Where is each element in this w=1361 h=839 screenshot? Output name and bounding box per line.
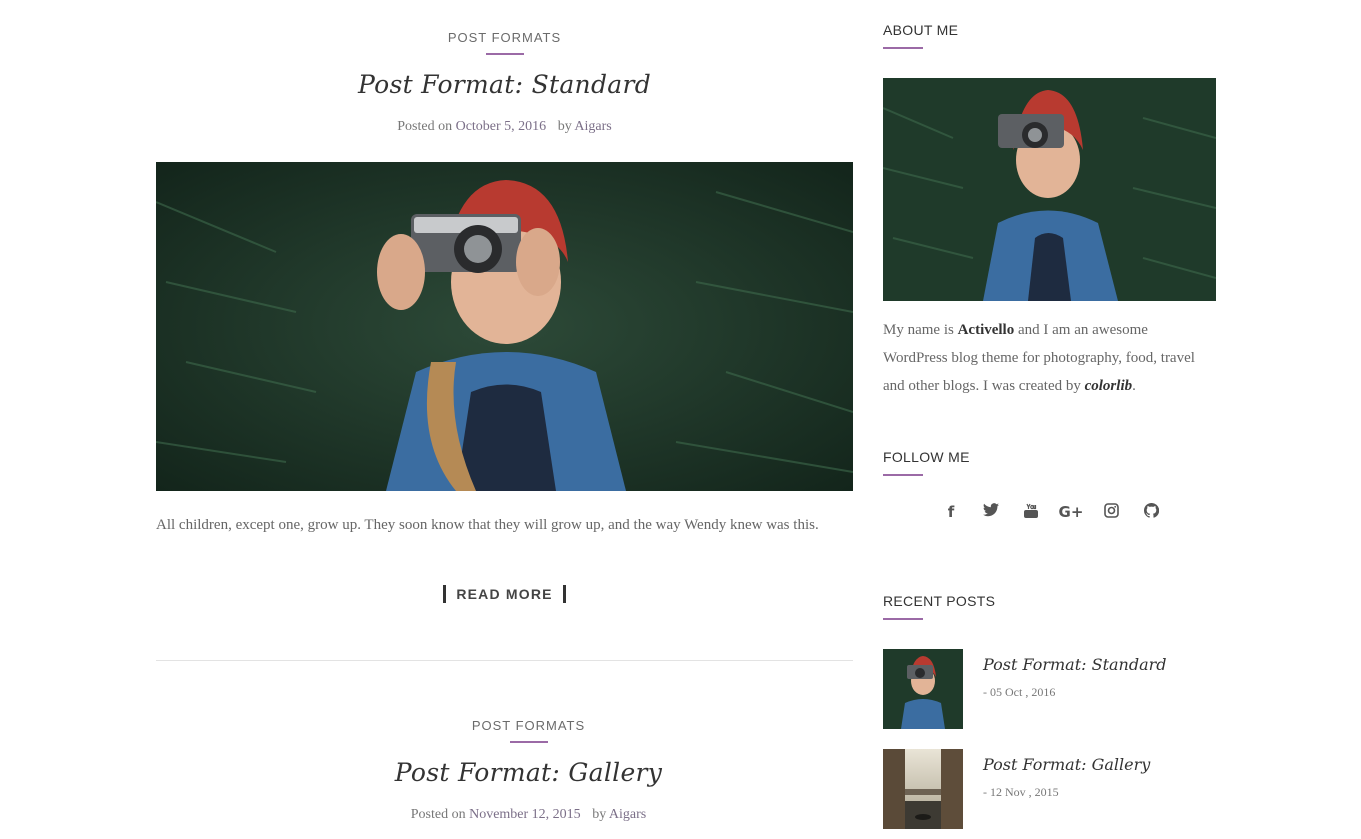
recent-post-thumbnail[interactable] bbox=[883, 749, 963, 829]
recent-post-date: - 12 Nov , 2015 bbox=[983, 785, 1059, 799]
about-title: ABOUT ME bbox=[883, 22, 959, 38]
social-links: f G+ bbox=[931, 502, 1171, 523]
post-divider bbox=[156, 660, 853, 661]
widget-underline bbox=[883, 474, 923, 476]
post-title[interactable]: Post Format: Gallery bbox=[180, 758, 877, 787]
recent-post-item[interactable]: Post Format: Standard - 05 Oct , 2016 bbox=[883, 649, 1216, 729]
post-excerpt: All children, except one, grow up. They … bbox=[156, 517, 819, 533]
youtube-icon[interactable] bbox=[1011, 503, 1051, 523]
widget-underline bbox=[883, 618, 923, 620]
canal-city-thumb-image bbox=[883, 749, 963, 829]
category-underline bbox=[485, 53, 524, 55]
photographer-image bbox=[156, 162, 853, 491]
about-widget-header: ABOUT ME bbox=[883, 22, 958, 49]
post-meta: Posted on November 12, 2015 by Aigars bbox=[180, 807, 877, 823]
instagram-icon[interactable] bbox=[1091, 503, 1131, 523]
about-text: My name is Activello and I am an awesome… bbox=[883, 316, 1203, 400]
recent-widget-header: RECENT POSTS bbox=[883, 593, 995, 620]
read-more-wrap: READ MORE bbox=[156, 585, 853, 604]
follow-title: FOLLOW ME bbox=[883, 449, 970, 465]
post-category-link[interactable]: POST FORMATS bbox=[156, 30, 853, 45]
github-icon[interactable] bbox=[1131, 502, 1171, 523]
category-underline bbox=[509, 741, 548, 743]
creator-link[interactable]: colorlib bbox=[1085, 378, 1133, 394]
about-text-end: . bbox=[1132, 378, 1136, 394]
widget-underline bbox=[883, 47, 923, 49]
about-text-intro: My name is bbox=[883, 322, 954, 338]
posted-on-label: Posted on bbox=[410, 807, 466, 822]
posted-on-label: Posted on bbox=[397, 119, 453, 134]
google-plus-icon[interactable]: G+ bbox=[1051, 503, 1091, 523]
recent-post-date: - 05 Oct , 2016 bbox=[983, 685, 1056, 699]
by-label: by bbox=[557, 119, 572, 134]
about-name: Activello bbox=[957, 322, 1015, 338]
post-author-link[interactable]: Aigars bbox=[574, 119, 611, 134]
by-label: by bbox=[592, 807, 607, 822]
recent-post-thumbnail[interactable] bbox=[883, 649, 963, 729]
photographer-image bbox=[883, 78, 1216, 301]
photographer-thumb-image bbox=[883, 649, 963, 729]
recent-post-title[interactable]: Post Format: Gallery bbox=[983, 755, 1150, 774]
post-meta: Posted on October 5, 2016 by Aigars bbox=[156, 119, 853, 135]
post-category-link[interactable]: POST FORMATS bbox=[180, 718, 877, 733]
about-image bbox=[883, 78, 1216, 301]
recent-post-title[interactable]: Post Format: Standard bbox=[983, 655, 1167, 674]
twitter-icon[interactable] bbox=[971, 503, 1011, 523]
post-date-link[interactable]: October 5, 2016 bbox=[456, 119, 547, 134]
recent-title: RECENT POSTS bbox=[883, 593, 996, 609]
post-author-link[interactable]: Aigars bbox=[609, 807, 646, 822]
post-date-link[interactable]: November 12, 2015 bbox=[469, 807, 581, 822]
follow-widget-header: FOLLOW ME bbox=[883, 449, 970, 476]
post-title[interactable]: Post Format: Standard bbox=[156, 70, 853, 99]
post-featured-image[interactable] bbox=[156, 162, 853, 491]
read-more-button[interactable]: READ MORE bbox=[443, 585, 566, 603]
facebook-icon[interactable]: f bbox=[931, 503, 971, 523]
recent-post-item[interactable]: Post Format: Gallery - 12 Nov , 2015 bbox=[883, 749, 1216, 829]
